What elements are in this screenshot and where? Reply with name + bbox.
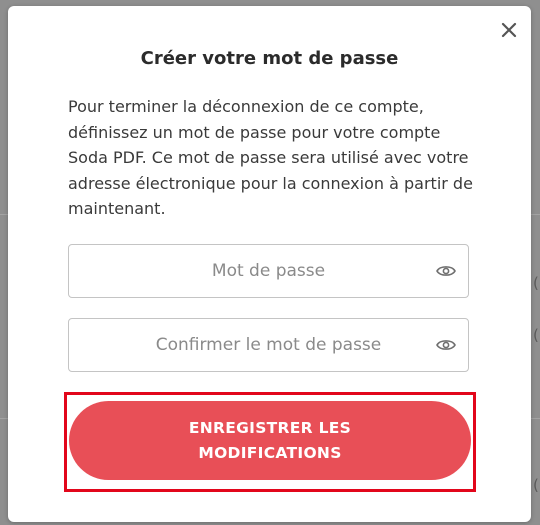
- show-password-toggle[interactable]: [435, 260, 457, 282]
- confirm-password-field: [68, 318, 469, 372]
- modal-description: Pour terminer la déconnexion de ce compt…: [68, 97, 473, 218]
- show-confirm-password-toggle[interactable]: [435, 334, 457, 356]
- save-button-label: ENREGISTRER LES MODIFICATIONS: [188, 418, 352, 462]
- password-field: [68, 244, 469, 298]
- background-divider: [0, 418, 8, 419]
- eye-icon[interactable]: [436, 264, 456, 278]
- close-icon[interactable]: [501, 22, 517, 38]
- background-divider: [531, 214, 540, 215]
- password-input[interactable]: [69, 245, 468, 297]
- modal-title: Créer votre mot de passe: [140, 48, 399, 69]
- background-glyph: (: [533, 274, 539, 292]
- background-divider: [531, 418, 540, 419]
- close-button[interactable]: [497, 18, 521, 42]
- create-password-modal: Créer votre mot de passe Pour terminer l…: [8, 6, 531, 522]
- confirm-password-input[interactable]: [69, 319, 468, 371]
- background-glyph: (: [533, 476, 539, 494]
- background-divider: [0, 214, 8, 215]
- background-glyph: (: [533, 326, 539, 344]
- save-changes-button[interactable]: ENREGISTRER LES MODIFICATIONS: [69, 401, 471, 480]
- eye-icon[interactable]: [436, 338, 456, 352]
